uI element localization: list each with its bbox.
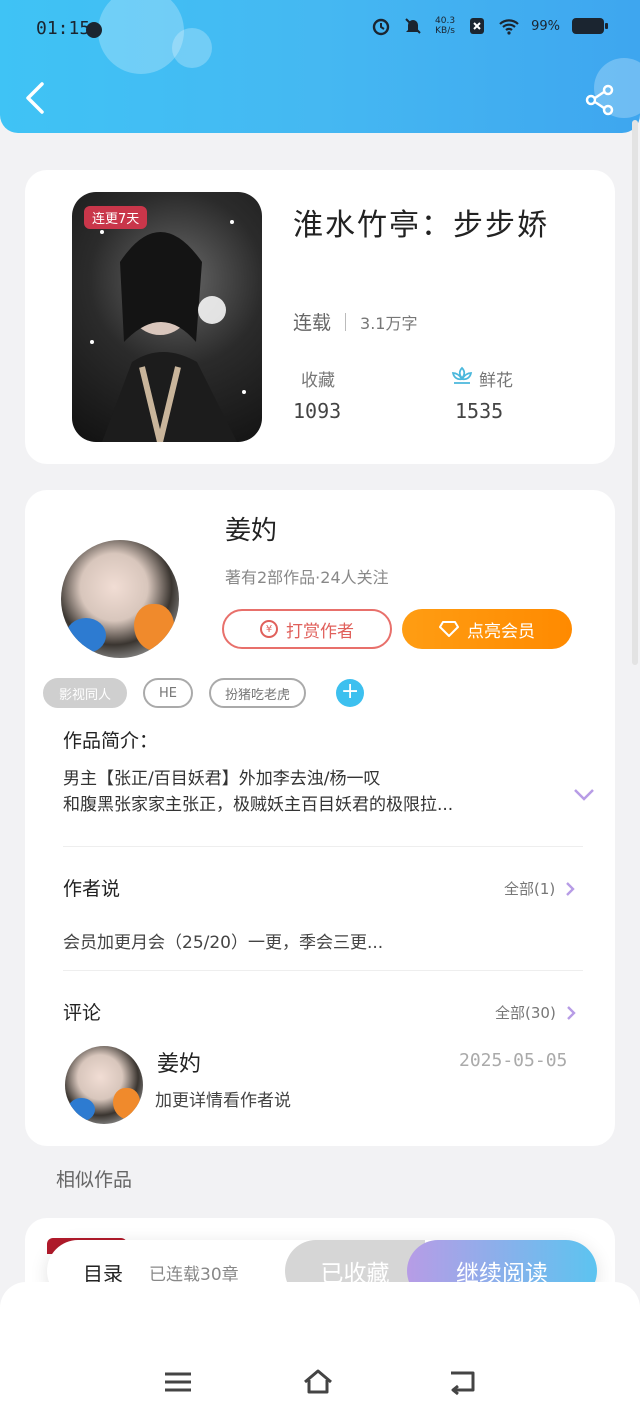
book-status-line: 连载 3.1万字	[293, 308, 417, 335]
author-says-text[interactable]: 会员加更月会（25/20）一更，季会三更...	[63, 928, 383, 953]
comment-avatar[interactable]	[65, 1046, 143, 1124]
back-icon[interactable]	[22, 80, 50, 116]
globe-icon	[86, 22, 102, 38]
favorites-label: 收藏	[301, 371, 335, 391]
author-says-more[interactable]: 全部(1)	[504, 878, 575, 899]
add-tag-button[interactable]: +	[336, 679, 365, 707]
tag-item[interactable]: 影视同人	[43, 678, 128, 708]
menu-icon[interactable]	[162, 1368, 194, 1396]
vip-label: 点亮会员	[467, 621, 535, 642]
author-card: 姜妁 著有2部作品·24人关注 ¥ 打赏作者 点亮会员 影视同人 HE 扮猪吃老…	[25, 490, 615, 1146]
tag-item[interactable]: 扮猪吃老虎	[209, 678, 307, 708]
tag-item[interactable]: HE	[143, 678, 194, 708]
diamond-icon	[439, 621, 459, 637]
serial-status: 连载	[293, 312, 332, 334]
comments-title: 评论	[63, 1002, 102, 1024]
flowers-count: 1535	[455, 399, 504, 423]
net-speed: 40.3 KB/s	[435, 16, 456, 36]
favorites-count: 1093	[293, 399, 342, 423]
avatar-wave	[65, 617, 106, 654]
comments-more[interactable]: 全部(30)	[495, 1002, 576, 1023]
app-header: 01:15 40.3 KB/s 99%	[0, 0, 640, 133]
scrollbar[interactable]	[632, 120, 638, 665]
author-name[interactable]: 姜妁	[225, 510, 277, 547]
avatar-koi	[134, 603, 175, 651]
cover-illustration	[90, 220, 246, 442]
avatar-wave	[68, 1097, 95, 1121]
comment-author[interactable]: 姜妁	[157, 1046, 201, 1078]
battery-icon	[572, 18, 608, 34]
author-meta: 著有2部作品·24人关注	[225, 568, 389, 587]
system-nav-bar	[0, 1282, 640, 1422]
divider	[63, 970, 583, 971]
chevron-right-icon	[566, 881, 575, 896]
book-info-card: 连更7天 淮水竹亭：步步娇 连载 3.1万字 收藏 1093 鲜花 1535	[25, 170, 615, 464]
comment-date: 2025-05-05	[459, 1050, 568, 1071]
chevron-right-icon	[566, 1005, 576, 1020]
wifi-icon	[499, 19, 519, 35]
status-bar: 01:15 40.3 KB/s 99%	[0, 0, 640, 60]
mute-bell-icon	[405, 18, 421, 34]
chevron-down-icon[interactable]	[573, 788, 595, 802]
sim-disabled-icon	[470, 18, 485, 34]
book-cover[interactable]: 连更7天	[72, 192, 262, 442]
avatar-koi	[113, 1088, 140, 1120]
flowers-label: 鲜花	[479, 371, 513, 391]
word-count: 3.1万字	[360, 313, 418, 333]
tip-author-button[interactable]: ¥ 打赏作者	[222, 609, 392, 649]
author-avatar[interactable]	[61, 540, 179, 658]
back-nav-icon[interactable]	[446, 1368, 478, 1396]
book-title: 淮水竹亭：步步娇	[293, 208, 549, 243]
tip-author-label: 打赏作者	[286, 621, 354, 642]
battery-percent: 99%	[531, 18, 560, 34]
yen-coin-icon: ¥	[260, 620, 278, 638]
status-time: 01:15	[36, 18, 91, 39]
author-says-title: 作者说	[63, 878, 121, 900]
share-icon[interactable]	[584, 84, 616, 116]
similar-title: 相似作品	[56, 1169, 133, 1191]
alarm-icon	[372, 18, 390, 36]
divider	[63, 846, 583, 847]
home-icon[interactable]	[302, 1368, 334, 1396]
flower-icon	[451, 366, 473, 384]
tag-list: 影视同人 HE 扮猪吃老虎 +	[43, 678, 365, 708]
vip-button[interactable]: 点亮会员	[402, 609, 572, 649]
divider	[345, 312, 347, 331]
comment-text[interactable]: 加更详情看作者说	[155, 1086, 291, 1111]
intro-title: 作品简介：	[63, 730, 159, 752]
intro-text[interactable]: 男主【张正/百目妖君】外加李去浊/杨一叹 和腹黑张家家主张正，极贼妖主百目妖君的…	[63, 766, 553, 818]
